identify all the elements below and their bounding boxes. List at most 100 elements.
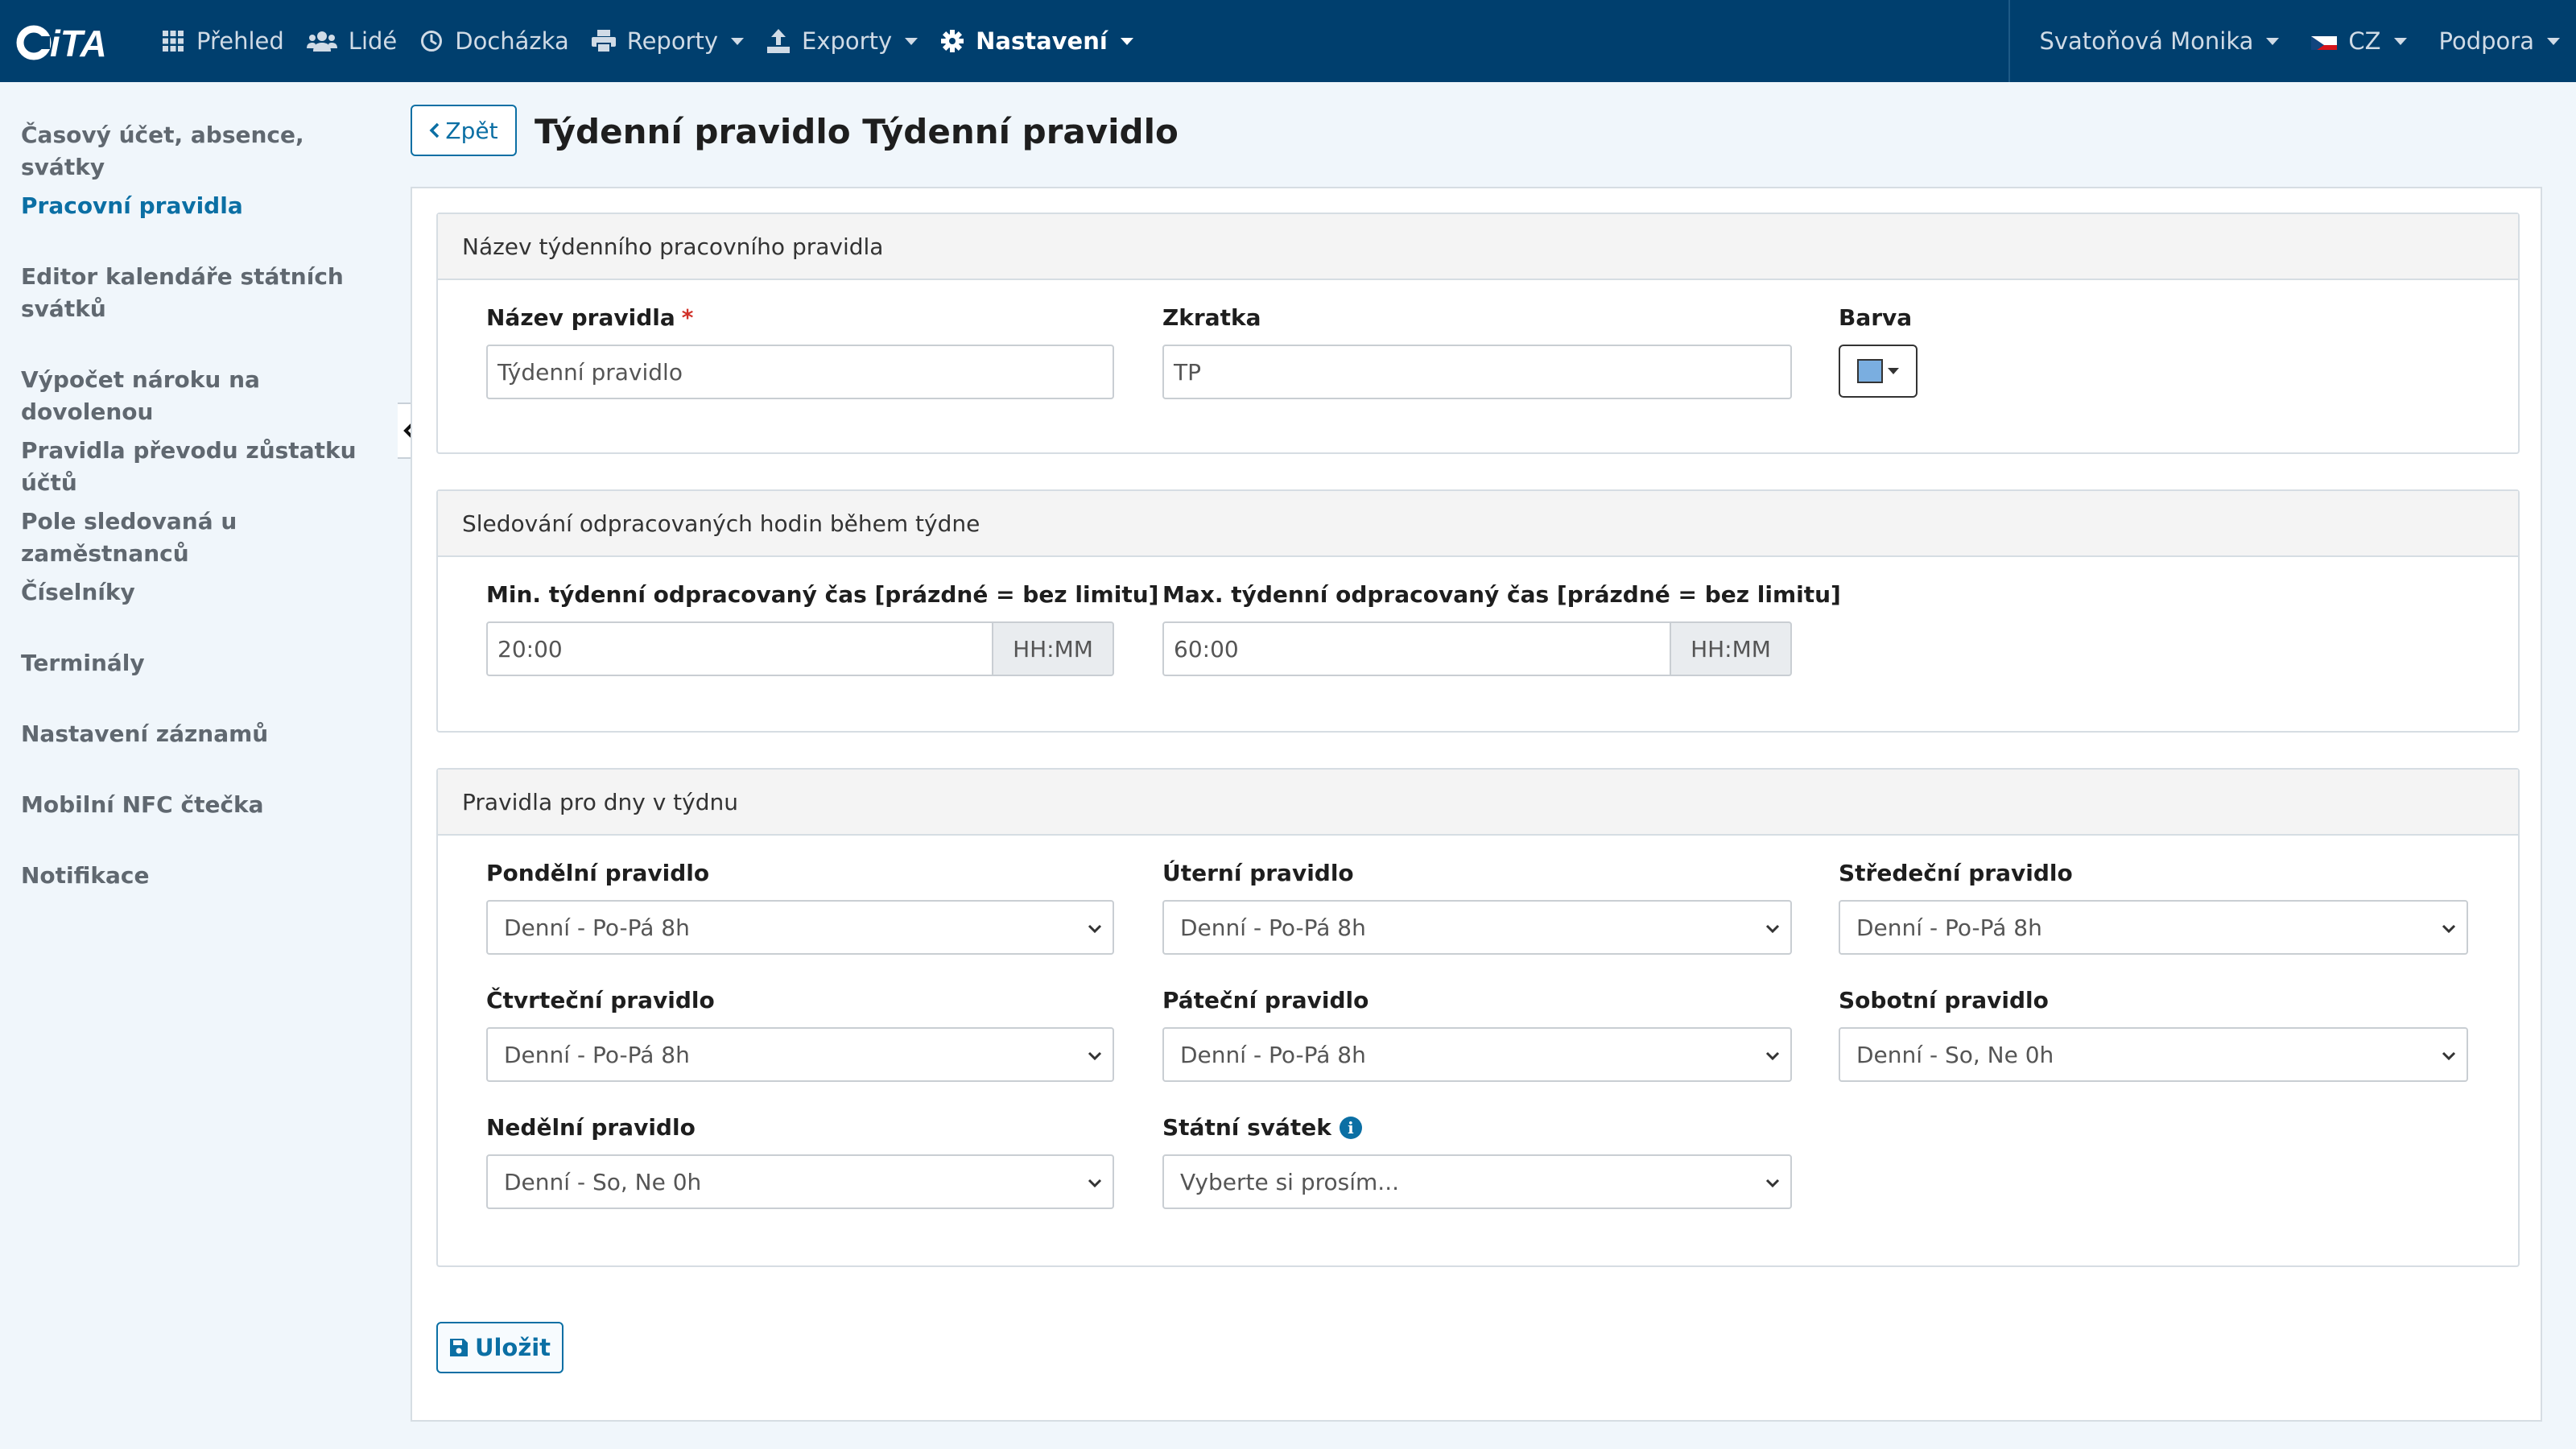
nav-prehled[interactable]: Přehled — [150, 0, 295, 82]
max-time-unit: HH:MM — [1670, 621, 1792, 676]
sidebar-item-nfc-reader[interactable]: Mobilní NFC čtečka — [21, 789, 375, 821]
saturday-rule-label: Sobotní pravidlo — [1839, 987, 2049, 1013]
info-icon[interactable]: i — [1339, 1116, 1362, 1139]
rule-name-label-text: Název pravidla — [486, 304, 675, 331]
thursday-rule-label: Čtvrteční pravidlo — [486, 987, 715, 1013]
friday-rule-select[interactable]: Denní - Po-Pá 8h — [1162, 1027, 1792, 1082]
nav-dochazka-label: Docházka — [455, 27, 569, 55]
chevron-down-icon — [1765, 1179, 1780, 1188]
tuesday-rule-select[interactable]: Denní - Po-Pá 8h — [1162, 900, 1792, 955]
chevron-down-icon — [1088, 1051, 1102, 1061]
card-day-rules: Pravidla pro dny v týdnu Pondělní pravid… — [436, 768, 2520, 1267]
chevron-left-icon — [429, 122, 440, 138]
holiday-rule-select[interactable]: Vyberte si prosím... — [1162, 1154, 1792, 1209]
nav-lide-label: Lidé — [348, 27, 398, 55]
language-label: CZ — [2348, 27, 2381, 55]
wednesday-rule-select[interactable]: Denní - Po-Pá 8h — [1839, 900, 2468, 955]
nav-nastaveni[interactable]: Nastavení — [929, 0, 1145, 82]
sunday-rule-value: Denní - So, Ne 0h — [504, 1168, 702, 1195]
nav-reporty[interactable]: Reporty — [580, 0, 755, 82]
card-weekly-hours-header: Sledování odpracovaných hodin během týdn… — [438, 491, 2518, 557]
navbar-right: Svatoňová Monika CZ Podpora — [2008, 0, 2576, 82]
min-time-unit: HH:MM — [992, 621, 1114, 676]
user-menu[interactable]: Svatoňová Monika — [2023, 0, 2295, 82]
chevron-down-icon — [1088, 1179, 1102, 1188]
min-time-input[interactable]: 20:00 — [486, 621, 993, 676]
color-picker-button[interactable] — [1839, 345, 1918, 398]
sidebar-item-employee-fields[interactable]: Pole sledovaná u zaměstnanců — [21, 506, 375, 570]
users-icon — [306, 29, 337, 53]
nav-lide[interactable]: Lidé — [295, 0, 408, 82]
chevron-down-icon — [731, 37, 745, 45]
holiday-rule-label: Státní svátek i — [1162, 1114, 1362, 1141]
wednesday-rule-label: Středeční pravidlo — [1839, 860, 2073, 886]
nav-exporty[interactable]: Exporty — [755, 0, 929, 82]
clock-icon — [419, 29, 444, 53]
app-logo[interactable]: iTA — [16, 19, 137, 64]
user-name: Svatoňová Monika — [2039, 27, 2254, 55]
chevron-down-icon — [2266, 37, 2280, 45]
monday-rule-select[interactable]: Denní - Po-Pá 8h — [486, 900, 1114, 955]
sunday-rule-select[interactable]: Denní - So, Ne 0h — [486, 1154, 1114, 1209]
max-time-input[interactable]: 60:00 — [1162, 621, 1671, 676]
sidebar-item-codebooks[interactable]: Číselníky — [21, 576, 375, 609]
friday-rule-label: Páteční pravidlo — [1162, 987, 1369, 1013]
min-time-label: Min. týdenní odpracovaný čas [prázdné = … — [486, 581, 1159, 608]
monday-rule-value: Denní - Po-Pá 8h — [504, 914, 690, 941]
czech-flag-icon — [2311, 32, 2338, 50]
thursday-rule-select[interactable]: Denní - Po-Pá 8h — [486, 1027, 1114, 1082]
card-day-rules-header: Pravidla pro dny v týdnu — [438, 770, 2518, 836]
support-label: Podpora — [2438, 27, 2534, 55]
chevron-down-icon — [905, 37, 919, 45]
card-rule-name: Název týdenního pracovního pravidla Náze… — [436, 213, 2520, 454]
chevron-down-icon — [2547, 37, 2560, 45]
floppy-disk-icon — [449, 1339, 468, 1356]
chevron-down-icon — [1120, 37, 1133, 45]
chevron-down-icon — [2442, 924, 2456, 934]
chevron-down-icon — [2393, 37, 2407, 45]
support-link[interactable]: Podpora — [2423, 0, 2576, 82]
back-button[interactable]: Zpět — [411, 105, 517, 156]
sidebar-item-notifications[interactable]: Notifikace — [21, 860, 375, 892]
gear-icon — [940, 29, 964, 53]
page-title: Týdenní pravidlo Týdenní pravidlo — [535, 112, 1179, 151]
sidebar-item-balance-transfer[interactable]: Pravidla převodu zůstatku účtů — [21, 435, 375, 499]
main-panel: Název týdenního pracovního pravidla Náze… — [411, 187, 2542, 1422]
nav-prehled-label: Přehled — [196, 27, 284, 55]
card-rule-name-header: Název týdenního pracovního pravidla — [438, 214, 2518, 280]
color-swatch — [1857, 359, 1883, 383]
thursday-rule-value: Denní - Po-Pá 8h — [504, 1041, 690, 1068]
monday-rule-label: Pondělní pravidlo — [486, 860, 710, 886]
sidebar-item-holiday-calendar[interactable]: Editor kalendáře státních svátků — [21, 261, 375, 325]
rule-name-input[interactable]: Týdenní pravidlo — [486, 345, 1114, 399]
chevron-down-icon — [1765, 1051, 1780, 1061]
wednesday-rule-value: Denní - Po-Pá 8h — [1856, 914, 2042, 941]
sidebar-item-time-account[interactable]: Časový účet, absence, svátky — [21, 119, 375, 184]
caret-down-icon — [1888, 368, 1899, 374]
export-icon — [766, 29, 791, 53]
sidebar-item-terminals[interactable]: Terminály — [21, 647, 375, 679]
save-button-label: Uložit — [474, 1334, 551, 1361]
tuesday-rule-value: Denní - Po-Pá 8h — [1180, 914, 1366, 941]
holiday-rule-label-text: Státní svátek — [1162, 1114, 1331, 1141]
settings-sidebar: Časový účet, absence, svátky Pracovní pr… — [0, 82, 396, 1449]
logo-text: iTA — [50, 23, 107, 64]
rule-name-label: Název pravidla * — [486, 304, 693, 331]
friday-rule-value: Denní - Po-Pá 8h — [1180, 1041, 1366, 1068]
back-button-label: Zpět — [445, 117, 498, 144]
sidebar-item-vacation-calc[interactable]: Výpočet nároku na dovolenou — [21, 364, 375, 428]
required-mark: * — [681, 304, 694, 331]
sidebar-item-work-rules[interactable]: Pracovní pravidla — [21, 190, 375, 222]
card-weekly-hours: Sledování odpracovaných hodin během týdn… — [436, 489, 2520, 733]
save-button[interactable]: Uložit — [436, 1322, 564, 1373]
saturday-rule-value: Denní - So, Ne 0h — [1856, 1041, 2054, 1068]
abbreviation-input[interactable]: TP — [1162, 345, 1792, 399]
chevron-down-icon — [1765, 924, 1780, 934]
nav-dochazka[interactable]: Docházka — [408, 0, 580, 82]
printer-icon — [591, 29, 616, 53]
sidebar-item-record-settings[interactable]: Nastavení záznamů — [21, 718, 375, 750]
color-label: Barva — [1839, 304, 1913, 331]
abbreviation-label: Zkratka — [1162, 304, 1261, 331]
saturday-rule-select[interactable]: Denní - So, Ne 0h — [1839, 1027, 2468, 1082]
language-menu[interactable]: CZ — [2295, 0, 2422, 82]
